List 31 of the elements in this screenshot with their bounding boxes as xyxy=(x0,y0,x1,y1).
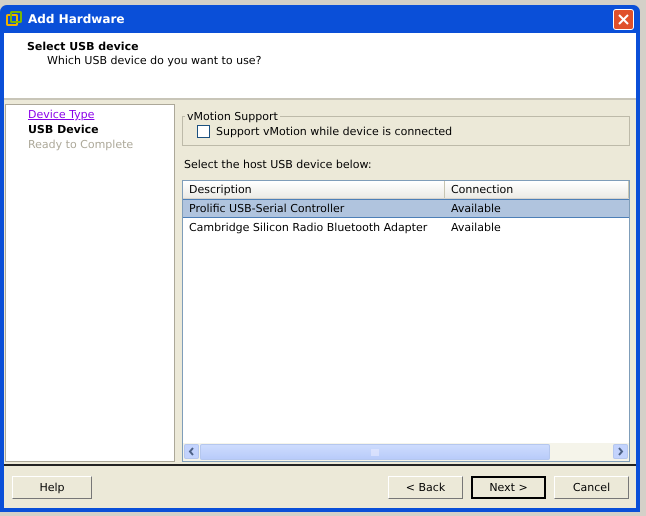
window-title: Add Hardware xyxy=(28,12,126,26)
wizard-step[interactable]: Device Type xyxy=(28,108,174,121)
chevron-left-icon xyxy=(188,447,195,456)
scroll-thumb[interactable] xyxy=(200,444,550,460)
close-button[interactable] xyxy=(613,8,634,30)
table-cell-text: Prolific USB-Serial Controller xyxy=(188,202,346,215)
dialog-button[interactable]: Next > xyxy=(471,476,546,498)
table-cell-text: Available xyxy=(450,202,502,215)
checkbox[interactable] xyxy=(197,125,210,138)
table-row[interactable]: Prolific USB-Serial Controller Available xyxy=(183,199,629,218)
dialog-button[interactable]: Help xyxy=(12,476,92,498)
group-legend: vMotion Support xyxy=(185,110,280,123)
grip-icon xyxy=(371,448,379,456)
chevron-right-icon xyxy=(617,447,624,456)
column-header[interactable]: Connection xyxy=(445,181,629,198)
dialog-button[interactable]: Cancel xyxy=(554,476,629,498)
dialog-button[interactable]: < Back xyxy=(388,476,463,498)
wizard-step: Ready to Complete xyxy=(28,138,174,151)
scroll-right-button[interactable] xyxy=(613,444,628,459)
close-icon xyxy=(618,14,629,24)
table-caption: Select the host USB device below: xyxy=(184,158,373,171)
scroll-left-button[interactable] xyxy=(184,444,199,459)
app-logo-icon xyxy=(6,11,22,27)
horizontal-scrollbar[interactable] xyxy=(183,443,629,461)
wizard-step: USB Device xyxy=(28,123,174,136)
page-subtitle: Which USB device do you want to use? xyxy=(46,54,262,67)
page-heading: Select USB device xyxy=(27,40,140,53)
table-cell-text: Available xyxy=(450,221,502,234)
checkbox-label: Support vMotion while device is connected xyxy=(216,125,452,138)
table-cell-text: Cambridge Silicon Radio Bluetooth Adapter xyxy=(188,221,428,234)
column-header[interactable]: Description xyxy=(183,181,445,198)
